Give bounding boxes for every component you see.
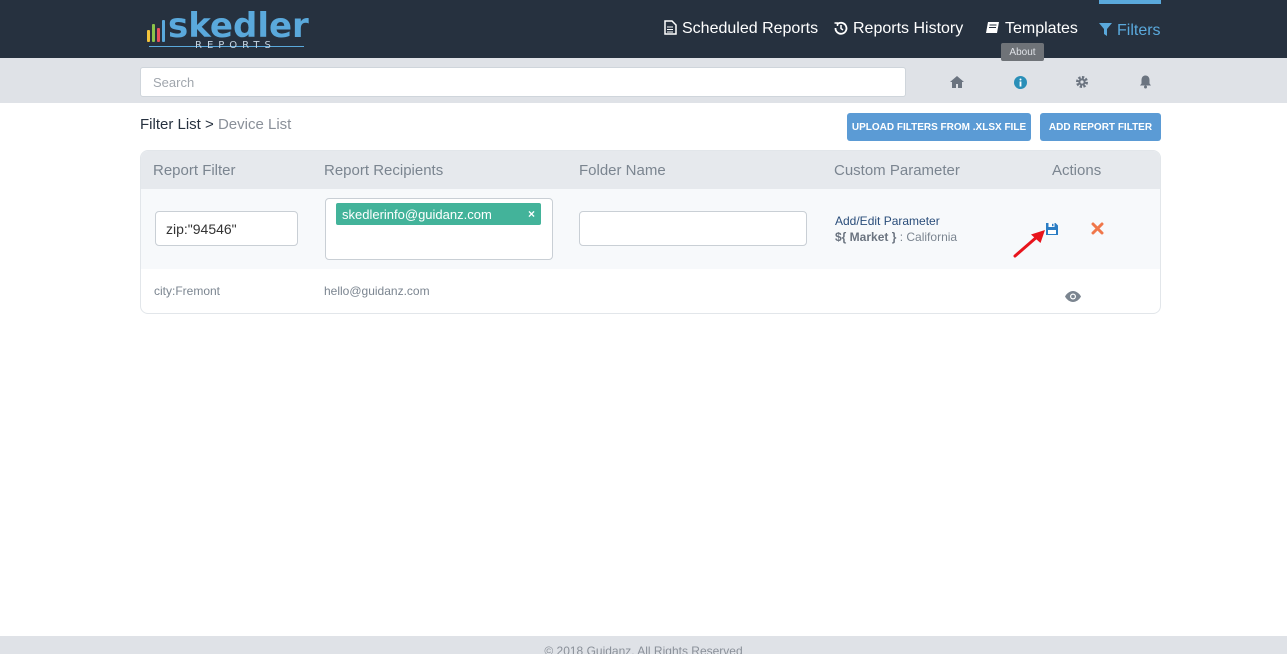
nav-label: Reports History — [853, 20, 964, 37]
recipient-chip-label: skedlerinfo@guidanz.com — [342, 206, 492, 222]
document-icon — [664, 20, 677, 38]
recipient-chip: skedlerinfo@guidanz.com × — [336, 203, 541, 225]
filters-table: Report Filter Report Recipients Folder N… — [140, 150, 1161, 314]
delete-icon[interactable] — [1091, 222, 1104, 240]
bell-icon[interactable] — [1135, 72, 1155, 92]
header-report-filter: Report Filter — [153, 162, 236, 179]
book-icon — [985, 21, 1000, 38]
table-header: Report Filter Report Recipients Folder N… — [141, 151, 1160, 189]
header-report-recipients: Report Recipients — [324, 162, 444, 179]
breadcrumb: Filter List > Device List — [140, 116, 291, 133]
custom-parameter-value: ${ Market } : California — [835, 230, 957, 244]
header-custom-parameter: Custom Parameter — [834, 162, 960, 179]
footer: © 2018 Guidanz. All Rights Reserved — [0, 636, 1287, 654]
filter-icon — [1099, 23, 1112, 39]
eye-icon[interactable] — [1065, 289, 1081, 307]
info-icon[interactable] — [1010, 72, 1030, 92]
upload-xlsx-button[interactable]: UPLOAD FILTERS FROM .XLSX FILE — [847, 113, 1031, 141]
custom-param-value: : California — [899, 230, 958, 244]
about-tooltip: About — [1001, 43, 1044, 61]
logo-subtext: REPORTS — [195, 40, 276, 51]
report-filter-input[interactable]: zip:"94546" — [155, 211, 298, 246]
header-actions: Actions — [1052, 162, 1102, 179]
add-edit-parameter-link[interactable]: Add/Edit Parameter — [835, 214, 940, 228]
history-icon — [834, 21, 848, 38]
breadcrumb-current: Device List — [217, 116, 292, 133]
skedler-logo[interactable]: skedler REPORTS — [147, 6, 309, 54]
search-input[interactable] — [140, 67, 906, 97]
nav-label: Scheduled Reports — [682, 20, 819, 37]
nav-label: Templates — [1005, 20, 1078, 37]
gear-icon[interactable] — [1072, 72, 1092, 92]
home-icon[interactable] — [947, 72, 967, 92]
nav-scheduled-reports[interactable]: Scheduled Reports — [664, 0, 818, 58]
top-navbar: skedler REPORTS Scheduled Reports Report… — [0, 0, 1287, 58]
nav-label: Filters — [1117, 22, 1161, 39]
nav-filters[interactable]: Filters — [1099, 0, 1161, 58]
red-arrow-annotation — [1009, 225, 1049, 264]
row-recipients-cell: hello@guidanz.com — [324, 284, 430, 298]
header-folder-name: Folder Name — [579, 162, 666, 179]
row-filter-cell: city:Fremont — [154, 284, 221, 298]
custom-param-key: ${ Market } — [835, 230, 897, 244]
nav-reports-history[interactable]: Reports History — [834, 0, 963, 58]
folder-name-input[interactable] — [579, 211, 807, 246]
remove-chip-icon[interactable]: × — [528, 207, 535, 221]
add-report-filter-button[interactable]: ADD REPORT FILTER — [1040, 113, 1161, 141]
breadcrumb-parent[interactable]: Filter List > — [140, 116, 214, 133]
